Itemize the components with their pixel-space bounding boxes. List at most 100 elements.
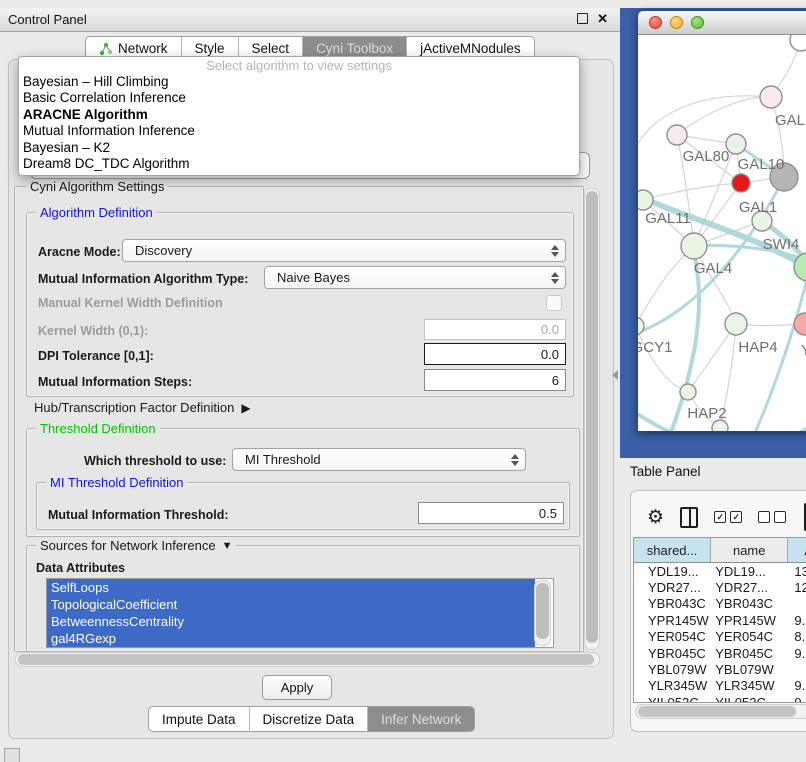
scrollbar-thumb[interactable]: [18, 654, 594, 665]
mi-threshold-label: Mutual Information Threshold:: [48, 508, 229, 522]
attributes-list-scrollbar[interactable]: [534, 580, 551, 646]
table-header-row: shared... name A: [634, 538, 806, 563]
table-row[interactable]: YBR043C YBR043C: [634, 596, 806, 612]
gear-icon[interactable]: ⚙: [647, 506, 664, 529]
collapse-down-icon: ▼: [222, 540, 233, 552]
table-panel-title: Table Panel: [630, 464, 701, 479]
node-hap4[interactable]: [725, 313, 747, 335]
scrollbar-thumb[interactable]: [586, 191, 598, 643]
aracne-mode-value: Discovery: [135, 243, 192, 258]
table-row[interactable]: YER054C YER054C 8.: [634, 629, 806, 645]
apply-button[interactable]: Apply: [262, 675, 332, 700]
kernel-width-field[interactable]: 0.0: [424, 319, 566, 340]
cell-shared-name: YBR045C: [634, 646, 711, 661]
node-gcy1[interactable]: [638, 317, 644, 335]
node-gal80[interactable]: [667, 125, 687, 145]
list-item[interactable]: BetweennessCentrality: [47, 613, 535, 630]
close-icon[interactable]: ✕: [597, 12, 608, 25]
algorithm-option[interactable]: Bayesian – Hill Climbing: [19, 74, 579, 90]
node-table[interactable]: shared... name A YDL19... YDL19... 13 YD…: [633, 537, 806, 703]
node-label: GAL80: [683, 148, 730, 165]
tab-discretize-data[interactable]: Discretize Data: [249, 707, 368, 731]
network-canvas[interactable]: GAL80 GAL10 GAL1 GAL11 GAL4 SWI4 GCY1 HA…: [638, 35, 806, 432]
splitter-collapse-arrow[interactable]: [612, 370, 618, 380]
scrollbar-thumb[interactable]: [638, 706, 796, 717]
node[interactable]: [790, 35, 806, 51]
mi-algorithm-type-combobox[interactable]: Naive Bayes: [264, 266, 566, 289]
mi-algorithm-type-value: Naive Bayes: [277, 270, 350, 285]
checkbox-checked-icon: ✓: [730, 511, 742, 523]
checked-checkboxes-icon[interactable]: ✓ ✓: [714, 511, 742, 523]
node-hap2[interactable]: [680, 384, 696, 400]
table-row[interactable]: YPR145W YPR145W 9.: [634, 612, 806, 628]
tab-select-label: Select: [252, 41, 290, 56]
manual-kernel-width-checkbox[interactable]: [546, 295, 562, 311]
checkbox-checked-icon: ✓: [714, 511, 726, 523]
node-gal-partial[interactable]: [760, 86, 782, 108]
tab-cyni-toolbox-label: Cyni Toolbox: [316, 41, 393, 56]
which-threshold-combobox[interactable]: MI Threshold: [232, 448, 526, 471]
data-attributes-list[interactable]: SelfLoops TopologicalCoefficient Between…: [46, 578, 554, 648]
split-columns-icon[interactable]: [680, 507, 698, 528]
mi-steps-field[interactable]: 6: [424, 369, 566, 391]
node-label: GAL11: [645, 210, 691, 227]
tab-infer-network[interactable]: Infer Network: [367, 707, 474, 731]
float-panel-icon[interactable]: [577, 13, 588, 24]
table-row[interactable]: YLR345W YLR345W 9.: [634, 678, 806, 694]
node-label: Y: [801, 342, 806, 359]
mi-threshold-field[interactable]: 0.5: [418, 502, 564, 524]
list-item[interactable]: SelfLoops: [47, 579, 535, 596]
aracne-mode-combobox[interactable]: Discovery: [122, 239, 566, 262]
control-panel-title: Control Panel: [8, 12, 87, 27]
network-tab-icon: [99, 42, 113, 56]
network-window-titlebar[interactable]: [638, 11, 806, 35]
combo-arrows-icon: [551, 272, 559, 284]
node-label: GCY1: [638, 339, 672, 356]
node-gal4[interactable]: [681, 233, 707, 259]
settings-vertical-scrollbar[interactable]: [584, 188, 600, 650]
sources-group-header[interactable]: Sources for Network Inference ▼: [36, 538, 236, 553]
table-row[interactable]: YDL19... YDL19... 13: [634, 563, 806, 579]
list-item[interactable]: TopologicalCoefficient: [47, 596, 535, 613]
column-header-shared-name[interactable]: shared...: [634, 538, 711, 562]
unchecked-checkboxes-icon[interactable]: [758, 511, 786, 523]
cell-shared-name: YDR27...: [634, 580, 711, 595]
apply-button-label: Apply: [281, 680, 314, 695]
column-header-partial[interactable]: A: [788, 538, 806, 562]
node-label: GAL4: [694, 260, 732, 277]
network-view-window[interactable]: GAL80 GAL10 GAL1 GAL11 GAL4 SWI4 GCY1 HA…: [637, 10, 806, 432]
node-label: HAP2: [687, 405, 726, 422]
algorithm-option[interactable]: Dream8 DC_TDC Algorithm: [19, 156, 579, 172]
minimize-window-icon[interactable]: [670, 16, 683, 29]
node-gal1[interactable]: [732, 174, 750, 192]
settings-horizontal-scrollbar[interactable]: [15, 652, 600, 667]
maximize-window-icon[interactable]: [691, 16, 704, 29]
hub-definition-toggle[interactable]: Hub/Transcription Factor Definition ▶: [34, 400, 251, 415]
table-row[interactable]: YBL079W YBL079W: [634, 661, 806, 677]
table-horizontal-scrollbar[interactable]: [635, 704, 806, 719]
tab-style-label: Style: [195, 41, 225, 56]
table-row[interactable]: YBR045C YBR045C 9.: [634, 645, 806, 661]
cell-value: 9.: [788, 613, 806, 628]
column-header-name[interactable]: name: [711, 538, 788, 562]
table-row[interactable]: YDR27... YDR27... 12: [634, 579, 806, 595]
dpi-tolerance-value: 0.0: [541, 347, 559, 362]
algorithm-option-selected[interactable]: ARACNE Algorithm: [19, 107, 579, 123]
algorithm-option[interactable]: Mutual Information Inference: [19, 123, 579, 139]
cell-name: YPR145W: [711, 613, 788, 628]
kernel-width-label: Kernel Width (0,1):: [38, 324, 148, 338]
close-window-icon[interactable]: [649, 16, 662, 29]
list-item[interactable]: gal4RGexp: [47, 630, 535, 647]
dpi-tolerance-field[interactable]: 0.0: [424, 343, 566, 365]
table-row[interactable]: YIL052C YIL052C 9: [634, 694, 806, 703]
tab-impute-data[interactable]: Impute Data: [149, 707, 249, 731]
cell-name: YDR27...: [711, 580, 788, 595]
algorithm-option[interactable]: Bayesian – K2: [19, 140, 579, 156]
node-gal11[interactable]: [638, 190, 653, 210]
aracne-mode-label: Aracne Mode:: [38, 245, 121, 259]
algorithm-option[interactable]: Basic Correlation Inference: [19, 90, 579, 106]
resize-grip[interactable]: [4, 748, 20, 762]
algorithm-definition-title: Algorithm Definition: [36, 205, 157, 220]
control-panel-titlebar: Control Panel ✕: [0, 8, 620, 32]
scrollbar-thumb[interactable]: [536, 583, 549, 639]
